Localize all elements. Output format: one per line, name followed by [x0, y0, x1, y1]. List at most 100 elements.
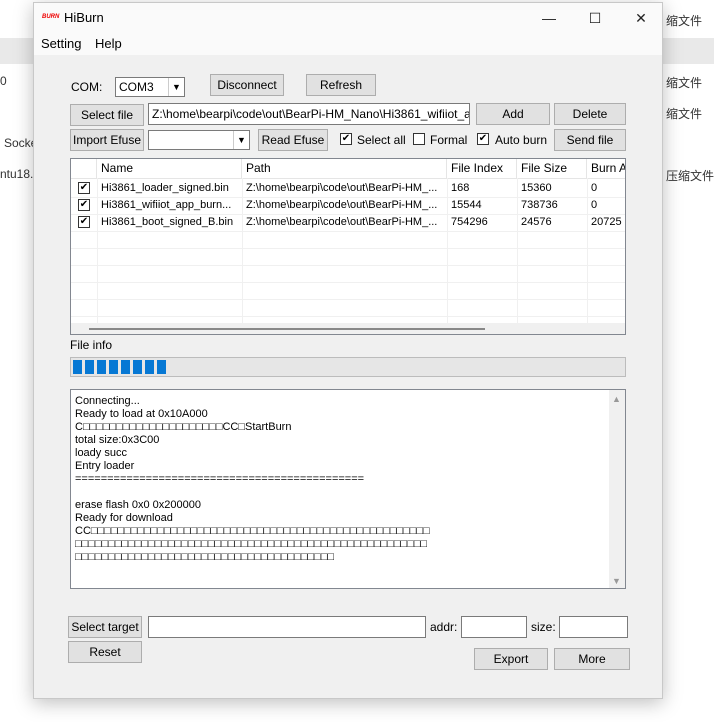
- log-line: □□□□□□□□□□□□□□□□□□□□□□□□□□□□□□□□□□□□□□□: [75, 551, 335, 563]
- col-name[interactable]: Name: [97, 159, 242, 178]
- progress-segment: [121, 360, 130, 374]
- progress-segment: [109, 360, 118, 374]
- log-line: ========================================…: [75, 473, 365, 485]
- maximize-button[interactable]: ☐: [572, 3, 618, 33]
- col-file-index[interactable]: File Index: [447, 159, 517, 178]
- table-row-empty: [71, 231, 625, 249]
- progress-segment: [85, 360, 94, 374]
- formal-checkbox[interactable]: [413, 133, 425, 145]
- import-efuse-button[interactable]: Import Efuse: [70, 129, 144, 151]
- com-value: COM3: [119, 80, 154, 94]
- scroll-down-icon[interactable]: ▼: [612, 576, 621, 586]
- select-target-button[interactable]: Select target: [68, 616, 142, 638]
- row-burn: 0: [591, 182, 598, 194]
- table-row-empty: [71, 282, 625, 300]
- table-header: Name Path File Index File Size Burn A: [71, 159, 625, 179]
- table-row[interactable]: ✔ Hi3861_loader_signed.bin Z:\home\bearp…: [71, 180, 625, 198]
- vertical-scrollbar[interactable]: ▲ ▼: [609, 390, 625, 588]
- bg-text: 缩文件: [666, 107, 703, 121]
- row-burn: 20725: [591, 216, 622, 228]
- addr-field[interactable]: [461, 616, 527, 638]
- formal-label: Formal: [430, 133, 468, 147]
- horizontal-scrollbar[interactable]: [71, 323, 625, 334]
- progress-segment: [157, 360, 166, 374]
- table-row[interactable]: ✔ Hi3861_wifiiot_app_burn... Z:\home\bea…: [71, 197, 625, 215]
- auto-burn-checkbox[interactable]: ✔: [477, 133, 489, 145]
- row-name: Hi3861_boot_signed_B.bin: [101, 216, 234, 228]
- refresh-button[interactable]: Refresh: [306, 74, 376, 96]
- log-line: Connecting...: [75, 395, 140, 407]
- log-line: CC□□□□□□□□□□□□□□□□□□□□□□□□□□□□□□□□□□□□□□…: [75, 525, 430, 537]
- log-line: Ready to load at 0x10A000: [75, 408, 208, 420]
- file-info-label: File info: [70, 338, 113, 352]
- menu-help[interactable]: Help: [95, 36, 122, 51]
- log-line: total size:0x3C00: [75, 434, 160, 446]
- col-file-size[interactable]: File Size: [517, 159, 587, 178]
- log-line: Entry loader: [75, 460, 135, 472]
- add-button[interactable]: Add: [476, 103, 550, 125]
- file-path-field[interactable]: Z:\home\bearpi\code\out\BearPi-HM_Nano\H…: [148, 103, 470, 125]
- row-name: Hi3861_loader_signed.bin: [101, 182, 229, 194]
- app-logo-icon: BURN: [42, 14, 60, 20]
- row-path: Z:\home\bearpi\code\out\BearPi-HM_...: [246, 216, 438, 228]
- efuse-select[interactable]: ▼: [148, 130, 250, 150]
- row-index: 754296: [451, 216, 488, 228]
- row-index: 15544: [451, 199, 482, 211]
- title-bar: BURN HiBurn — ☐ ✕: [34, 3, 662, 33]
- com-label: COM:: [71, 80, 103, 94]
- target-field[interactable]: [148, 616, 426, 638]
- more-button[interactable]: More: [554, 648, 630, 670]
- col-check: [71, 159, 97, 178]
- row-size: 738736: [521, 199, 558, 211]
- select-all-checkbox[interactable]: ✔: [340, 133, 352, 145]
- log-line: C□□□□□□□□□□□□□□□□□□□□□CC□StartBurn: [75, 421, 292, 433]
- size-label: size:: [531, 620, 556, 634]
- col-burn-addr[interactable]: Burn A: [587, 159, 625, 178]
- window-title: HiBurn: [64, 10, 104, 25]
- row-checkbox[interactable]: ✔: [78, 199, 90, 211]
- size-field[interactable]: [559, 616, 628, 638]
- hiburn-window: BURN HiBurn — ☐ ✕ Setting Help COM: COM3…: [33, 2, 663, 699]
- delete-button[interactable]: Delete: [554, 103, 626, 125]
- export-button[interactable]: Export: [474, 648, 548, 670]
- row-size: 15360: [521, 182, 552, 194]
- close-button[interactable]: ✕: [618, 3, 664, 33]
- addr-label: addr:: [430, 620, 458, 634]
- table-row-empty: [71, 265, 625, 283]
- file-table: Name Path File Index File Size Burn A ✔ …: [70, 158, 626, 335]
- scroll-up-icon[interactable]: ▲: [612, 394, 621, 404]
- table-row[interactable]: ✔ Hi3861_boot_signed_B.bin Z:\home\bearp…: [71, 214, 625, 232]
- table-row-empty: [71, 299, 625, 317]
- scroll-thumb[interactable]: [89, 328, 485, 330]
- row-checkbox[interactable]: ✔: [78, 216, 90, 228]
- auto-burn-label: Auto burn: [495, 133, 548, 147]
- disconnect-button[interactable]: Disconnect: [210, 74, 284, 96]
- row-burn: 0: [591, 199, 598, 211]
- chevron-down-icon[interactable]: ▼: [233, 131, 249, 149]
- col-path[interactable]: Path: [242, 159, 447, 178]
- progress-segment: [97, 360, 106, 374]
- reset-button[interactable]: Reset: [68, 641, 142, 663]
- select-all-label: Select all: [357, 133, 406, 147]
- progress-segment: [145, 360, 154, 374]
- log-line: erase flash 0x0 0x200000: [75, 499, 201, 511]
- log-line: □□□□□□□□□□□□□□□□□□□□□□□□□□□□□□□□□□□□□□□□…: [75, 538, 428, 550]
- row-checkbox[interactable]: ✔: [78, 182, 90, 194]
- chevron-down-icon[interactable]: ▼: [168, 78, 184, 96]
- bg-text: 0: [0, 74, 7, 88]
- row-size: 24576: [521, 216, 552, 228]
- row-name: Hi3861_wifiiot_app_burn...: [101, 199, 232, 211]
- send-file-button[interactable]: Send file: [554, 129, 626, 151]
- com-select[interactable]: COM3 ▼: [115, 77, 185, 97]
- bg-text: 缩文件: [666, 14, 703, 28]
- read-efuse-button[interactable]: Read Efuse: [258, 129, 328, 151]
- table-row-empty: [71, 248, 625, 266]
- bg-text: 压缩文件: [666, 169, 714, 183]
- menu-bar: Setting Help: [34, 33, 662, 55]
- progress-bar: [70, 357, 626, 377]
- row-index: 168: [451, 182, 470, 194]
- select-file-button[interactable]: Select file: [70, 104, 144, 126]
- minimize-button[interactable]: —: [526, 3, 572, 33]
- menu-setting[interactable]: Setting: [41, 36, 81, 51]
- log-output[interactable]: Connecting... Ready to load at 0x10A000 …: [70, 389, 626, 589]
